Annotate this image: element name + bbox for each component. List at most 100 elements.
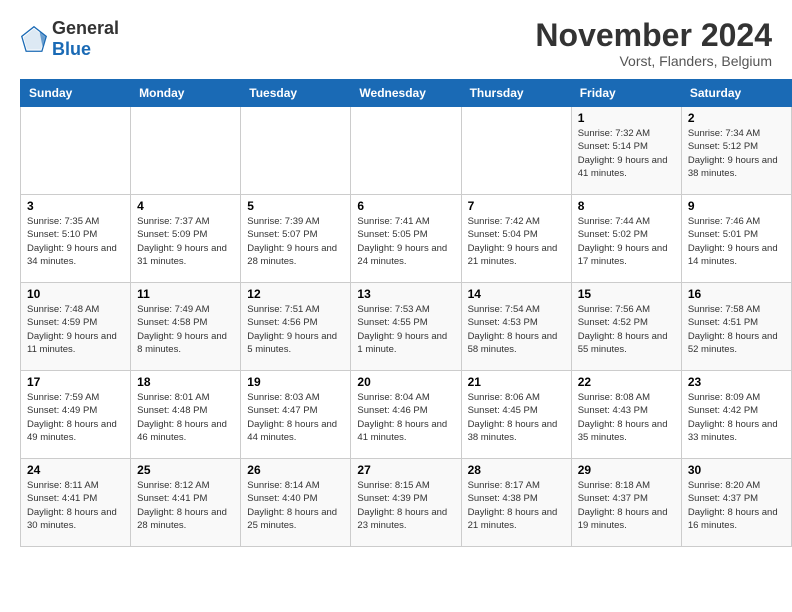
logo-blue: Blue xyxy=(52,39,119,60)
day-info: Sunrise: 8:18 AM Sunset: 4:37 PM Dayligh… xyxy=(578,479,675,532)
calendar-cell xyxy=(241,107,351,195)
calendar-container: Sunday Monday Tuesday Wednesday Thursday… xyxy=(0,79,792,547)
day-info: Sunrise: 8:08 AM Sunset: 4:43 PM Dayligh… xyxy=(578,391,675,444)
day-number: 7 xyxy=(468,199,565,213)
day-number: 18 xyxy=(137,375,234,389)
calendar-cell: 20 Sunrise: 8:04 AM Sunset: 4:46 PM Dayli… xyxy=(351,371,461,459)
day-info: Sunrise: 8:09 AM Sunset: 4:42 PM Dayligh… xyxy=(688,391,785,444)
calendar-cell xyxy=(131,107,241,195)
calendar-week-row-3: 10 Sunrise: 7:48 AM Sunset: 4:59 PM Dayli… xyxy=(21,283,792,371)
day-info: Sunrise: 7:41 AM Sunset: 5:05 PM Dayligh… xyxy=(357,215,454,268)
calendar-cell: 21 Sunrise: 8:06 AM Sunset: 4:45 PM Dayli… xyxy=(461,371,571,459)
calendar-table: Sunday Monday Tuesday Wednesday Thursday… xyxy=(20,79,792,547)
day-info: Sunrise: 7:53 AM Sunset: 4:55 PM Dayligh… xyxy=(357,303,454,356)
day-info: Sunrise: 8:12 AM Sunset: 4:41 PM Dayligh… xyxy=(137,479,234,532)
header-wednesday: Wednesday xyxy=(351,80,461,107)
day-number: 13 xyxy=(357,287,454,301)
day-number: 24 xyxy=(27,463,124,477)
day-number: 30 xyxy=(688,463,785,477)
page-header: General Blue November 2024 Vorst, Flande… xyxy=(0,0,792,79)
day-number: 15 xyxy=(578,287,675,301)
header-thursday: Thursday xyxy=(461,80,571,107)
calendar-cell xyxy=(21,107,131,195)
calendar-cell: 26 Sunrise: 8:14 AM Sunset: 4:40 PM Dayli… xyxy=(241,459,351,547)
calendar-cell: 10 Sunrise: 7:48 AM Sunset: 4:59 PM Dayli… xyxy=(21,283,131,371)
day-info: Sunrise: 7:46 AM Sunset: 5:01 PM Dayligh… xyxy=(688,215,785,268)
calendar-cell: 25Sunrise: 8:12 AM Sunset: 4:41 PM Dayli… xyxy=(131,459,241,547)
calendar-cell: 7 Sunrise: 7:42 AM Sunset: 5:04 PM Daylig… xyxy=(461,195,571,283)
day-info: Sunrise: 7:44 AM Sunset: 5:02 PM Dayligh… xyxy=(578,215,675,268)
day-number: 26 xyxy=(247,463,344,477)
day-number: 10 xyxy=(27,287,124,301)
day-info: Sunrise: 7:58 AM Sunset: 4:51 PM Dayligh… xyxy=(688,303,785,356)
day-info: Sunrise: 7:34 AM Sunset: 5:12 PM Dayligh… xyxy=(688,127,785,180)
day-info: Sunrise: 7:49 AM Sunset: 4:58 PM Dayligh… xyxy=(137,303,234,356)
day-number: 22 xyxy=(578,375,675,389)
calendar-cell xyxy=(351,107,461,195)
calendar-cell: 1 Sunrise: 7:32 AM Sunset: 5:14 PM Daylig… xyxy=(571,107,681,195)
day-info: Sunrise: 8:11 AM Sunset: 4:41 PM Dayligh… xyxy=(27,479,124,532)
calendar-cell: 27 Sunrise: 8:15 AM Sunset: 4:39 PM Dayli… xyxy=(351,459,461,547)
header-saturday: Saturday xyxy=(681,80,791,107)
day-number: 5 xyxy=(247,199,344,213)
day-number: 4 xyxy=(137,199,234,213)
header-monday: Monday xyxy=(131,80,241,107)
day-number: 9 xyxy=(688,199,785,213)
day-info: Sunrise: 7:54 AM Sunset: 4:53 PM Dayligh… xyxy=(468,303,565,356)
logo-text: General Blue xyxy=(52,18,119,59)
day-number: 16 xyxy=(688,287,785,301)
calendar-cell: 28 Sunrise: 8:17 AM Sunset: 4:38 PM Dayli… xyxy=(461,459,571,547)
calendar-cell: 5 Sunrise: 7:39 AM Sunset: 5:07 PM Daylig… xyxy=(241,195,351,283)
title-block: November 2024 Vorst, Flanders, Belgium xyxy=(535,18,772,69)
day-info: Sunrise: 8:14 AM Sunset: 4:40 PM Dayligh… xyxy=(247,479,344,532)
calendar-week-row-4: 17 Sunrise: 7:59 AM Sunset: 4:49 PM Dayli… xyxy=(21,371,792,459)
weekday-header-row: Sunday Monday Tuesday Wednesday Thursday… xyxy=(21,80,792,107)
day-number: 28 xyxy=(468,463,565,477)
calendar-cell: 29 Sunrise: 8:18 AM Sunset: 4:37 PM Dayli… xyxy=(571,459,681,547)
day-info: Sunrise: 8:03 AM Sunset: 4:47 PM Dayligh… xyxy=(247,391,344,444)
day-number: 17 xyxy=(27,375,124,389)
day-number: 14 xyxy=(468,287,565,301)
day-info: Sunrise: 7:35 AM Sunset: 5:10 PM Dayligh… xyxy=(27,215,124,268)
day-info: Sunrise: 7:39 AM Sunset: 5:07 PM Dayligh… xyxy=(247,215,344,268)
calendar-cell: 4 Sunrise: 7:37 AM Sunset: 5:09 PM Daylig… xyxy=(131,195,241,283)
day-info: Sunrise: 8:04 AM Sunset: 4:46 PM Dayligh… xyxy=(357,391,454,444)
day-info: Sunrise: 7:51 AM Sunset: 4:56 PM Dayligh… xyxy=(247,303,344,356)
calendar-cell: 13 Sunrise: 7:53 AM Sunset: 4:55 PM Dayli… xyxy=(351,283,461,371)
header-sunday: Sunday xyxy=(21,80,131,107)
calendar-week-row-5: 24 Sunrise: 8:11 AM Sunset: 4:41 PM Dayli… xyxy=(21,459,792,547)
calendar-cell xyxy=(461,107,571,195)
day-number: 1 xyxy=(578,111,675,125)
month-title: November 2024 xyxy=(535,18,772,53)
day-info: Sunrise: 8:17 AM Sunset: 4:38 PM Dayligh… xyxy=(468,479,565,532)
day-info: Sunrise: 8:15 AM Sunset: 4:39 PM Dayligh… xyxy=(357,479,454,532)
calendar-cell: 14 Sunrise: 7:54 AM Sunset: 4:53 PM Dayli… xyxy=(461,283,571,371)
day-number: 19 xyxy=(247,375,344,389)
day-number: 20 xyxy=(357,375,454,389)
day-number: 27 xyxy=(357,463,454,477)
day-number: 23 xyxy=(688,375,785,389)
calendar-cell: 16 Sunrise: 7:58 AM Sunset: 4:51 PM Dayli… xyxy=(681,283,791,371)
logo-general: General xyxy=(52,18,119,39)
logo-icon xyxy=(20,25,48,53)
day-number: 11 xyxy=(137,287,234,301)
calendar-cell: 3 Sunrise: 7:35 AM Sunset: 5:10 PM Daylig… xyxy=(21,195,131,283)
calendar-cell: 6Sunrise: 7:41 AM Sunset: 5:05 PM Daylig… xyxy=(351,195,461,283)
calendar-cell: 19 Sunrise: 8:03 AM Sunset: 4:47 PM Dayli… xyxy=(241,371,351,459)
calendar-cell: 11 Sunrise: 7:49 AM Sunset: 4:58 PM Dayli… xyxy=(131,283,241,371)
day-number: 21 xyxy=(468,375,565,389)
day-info: Sunrise: 7:42 AM Sunset: 5:04 PM Dayligh… xyxy=(468,215,565,268)
day-number: 29 xyxy=(578,463,675,477)
day-number: 3 xyxy=(27,199,124,213)
day-info: Sunrise: 7:37 AM Sunset: 5:09 PM Dayligh… xyxy=(137,215,234,268)
calendar-cell: 9 Sunrise: 7:46 AM Sunset: 5:01 PM Daylig… xyxy=(681,195,791,283)
day-info: Sunrise: 8:20 AM Sunset: 4:37 PM Dayligh… xyxy=(688,479,785,532)
day-info: Sunrise: 7:32 AM Sunset: 5:14 PM Dayligh… xyxy=(578,127,675,180)
calendar-cell: 12Sunrise: 7:51 AM Sunset: 4:56 PM Dayli… xyxy=(241,283,351,371)
day-info: Sunrise: 8:06 AM Sunset: 4:45 PM Dayligh… xyxy=(468,391,565,444)
header-tuesday: Tuesday xyxy=(241,80,351,107)
day-info: Sunrise: 7:48 AM Sunset: 4:59 PM Dayligh… xyxy=(27,303,124,356)
calendar-cell: 30 Sunrise: 8:20 AM Sunset: 4:37 PM Dayli… xyxy=(681,459,791,547)
calendar-cell: 2Sunrise: 7:34 AM Sunset: 5:12 PM Daylig… xyxy=(681,107,791,195)
day-info: Sunrise: 7:59 AM Sunset: 4:49 PM Dayligh… xyxy=(27,391,124,444)
